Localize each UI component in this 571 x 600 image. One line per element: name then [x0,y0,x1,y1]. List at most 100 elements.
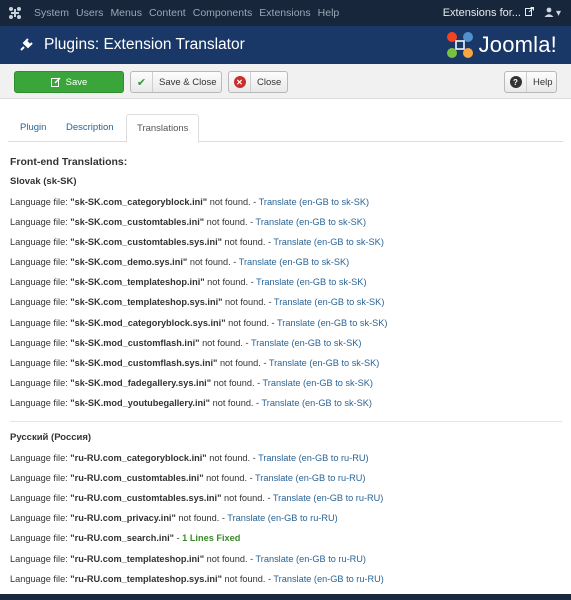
language-file-row: Language file: "sk-SK.com_templateshop.i… [10,277,367,288]
close-button-label: Close [257,76,282,88]
help-button[interactable]: ? Help [504,71,557,93]
row-prefix: Language file: [10,473,68,484]
row-prefix: Language file: [10,453,68,464]
translate-link[interactable]: Translate (en-GB to ru-RU) [227,513,337,523]
translate-link[interactable]: Translate (en-GB to sk-SK) [251,338,361,348]
translate-link[interactable]: Translate (en-GB to ru-RU) [256,554,366,564]
topbar-right: Extensions for... ▾ [443,0,561,26]
translate-link[interactable]: Translate (en-GB to ru-RU) [258,453,368,463]
translate-link[interactable]: Translate (en-GB to sk-SK) [261,398,371,408]
slovak-file-list: Language file: "sk-SK.com_categoryblock.… [10,192,562,413]
not-found-text: not found. [213,377,255,388]
not-found-text: not found. [224,573,266,584]
row-prefix: Language file: [10,317,68,328]
language-file-row: Language file: "ru-RU.com_privacy.ini" n… [10,513,338,524]
row-prefix: Language file: [10,337,68,348]
divider [10,421,562,423]
translate-link[interactable]: Translate (en-GB to ru-RU) [273,574,383,584]
not-found-text: not found. [202,337,243,348]
file-name: "sk-SK.com_demo.sys.ini" [70,257,188,268]
joomla-menu-icon[interactable] [0,0,30,26]
tab-plugin[interactable]: Plugin [10,114,56,142]
save-close-button[interactable]: ✔ Save & Close [130,71,222,93]
file-name: "sk-SK.com_customtables.sys.ini" [70,237,222,248]
language-file-row: Language file: "ru-RU.com_templateshop.s… [10,573,384,584]
not-found-text: not found. [206,553,248,564]
section-heading: Front-end Translations: [10,156,128,168]
file-name: "sk-SK.com_categoryblock.ini" [70,197,208,207]
save-button[interactable]: Save [14,71,124,93]
translate-link[interactable]: Translate (en-GB to sk-SK) [239,257,349,267]
row-prefix: Language file: [10,493,68,504]
row-prefix: Language file: [10,257,68,268]
menu-components[interactable]: Components [193,7,253,19]
menu-system[interactable]: System [34,7,69,19]
file-name: "sk-SK.mod_fadegallery.sys.ini" [70,377,212,388]
row-prefix: Language file: [10,513,68,524]
language-file-row: Language file: "ru-RU.com_customtables.s… [10,493,384,504]
language-file-row: Language file: "sk-SK.mod_youtubegallery… [10,397,372,408]
row-prefix: Language file: [10,377,68,388]
row-prefix: Language file: [10,197,68,207]
tab-bar: Plugin Description Translations [8,114,563,143]
row-prefix: Language file: [10,397,68,408]
toolbar: Save ✔ Save & Close ✕ Close ? Help [0,64,571,99]
row-prefix: Language file: [10,217,68,228]
file-name: "ru-RU.com_categoryblock.ini" [70,453,207,464]
translate-link[interactable]: Translate (en-GB to sk-SK) [256,217,366,227]
file-name: "sk-SK.mod_customflash.sys.ini" [70,357,218,368]
joomla-wordmark: Joomla! [478,32,557,57]
file-name: "sk-SK.mod_customflash.ini" [70,337,200,348]
translate-link[interactable]: Translate (en-GB to sk-SK) [259,197,369,207]
close-icon: ✕ [229,72,251,92]
file-name: "sk-SK.com_templateshop.sys.ini" [70,297,223,308]
language-file-row: Language file: "sk-SK.mod_categoryblock.… [10,317,388,328]
not-found-text: not found. [189,257,231,268]
file-name: "sk-SK.mod_categoryblock.sys.ini" [70,317,226,328]
help-icon: ? [505,72,527,92]
language-file-row: Language file: "sk-SK.com_categoryblock.… [10,197,370,207]
file-name: "sk-SK.com_customtables.ini" [70,217,205,228]
language-file-row: Language file: "ru-RU.com_categoryblock.… [10,453,369,464]
language-file-row: Language file: "sk-SK.mod_customflash.sy… [10,357,380,368]
menu-users[interactable]: Users [76,7,103,19]
not-found-text: not found. [207,277,249,288]
translate-link[interactable]: Translate (en-GB to sk-SK) [269,358,379,368]
file-name: "ru-RU.com_privacy.ini" [70,513,176,524]
not-found-text: not found. [224,493,265,504]
bottom-bar [0,594,571,600]
translate-link[interactable]: Translate (en-GB to sk-SK) [273,237,383,247]
close-button[interactable]: ✕ Close [228,71,288,93]
row-prefix: Language file: [10,573,68,584]
translate-link[interactable]: Translate (en-GB to sk-SK) [277,318,387,328]
language-file-row: Language file: "sk-SK.mod_fadegallery.sy… [10,377,373,388]
joomla-logo: Joomla! [445,30,557,60]
language-title-slovak: Slovak (sk-SK) [10,176,77,187]
caret-down-icon: ▾ [555,7,561,19]
not-found-text: not found. [178,513,220,524]
translate-link[interactable]: Translate (en-GB to sk-SK) [256,277,366,287]
user-icon [544,7,554,20]
translate-link[interactable]: Translate (en-GB to sk-SK) [263,378,373,388]
file-name: "ru-RU.com_customtables.sys.ini" [70,493,222,504]
site-link[interactable]: Extensions for... [443,7,534,19]
menu-help[interactable]: Help [318,7,340,19]
tab-description[interactable]: Description [56,114,124,142]
translate-link[interactable]: Translate (en-GB to sk-SK) [274,297,384,307]
translate-link[interactable]: Translate (en-GB to ru-RU) [273,493,383,503]
menu-menus[interactable]: Menus [110,7,142,19]
row-prefix: Language file: [10,297,68,308]
translate-link[interactable]: Translate (en-GB to ru-RU) [255,473,365,483]
not-found-text: not found. [219,357,261,368]
tab-translations[interactable]: Translations [126,114,200,143]
not-found-text: not found. [206,473,248,484]
row-prefix: Language file: [10,357,68,368]
not-found-text: not found. [224,237,266,248]
file-name: "ru-RU.com_templateshop.sys.ini" [70,573,222,584]
menu-content[interactable]: Content [149,7,186,19]
file-name: "ru-RU.com_templateshop.ini" [70,553,205,564]
language-file-row: Language file: "ru-RU.com_templateshop.i… [10,553,366,564]
user-menu[interactable]: ▾ [544,7,561,20]
not-found-text: not found. [228,317,269,328]
menu-extensions[interactable]: Extensions [259,7,310,19]
